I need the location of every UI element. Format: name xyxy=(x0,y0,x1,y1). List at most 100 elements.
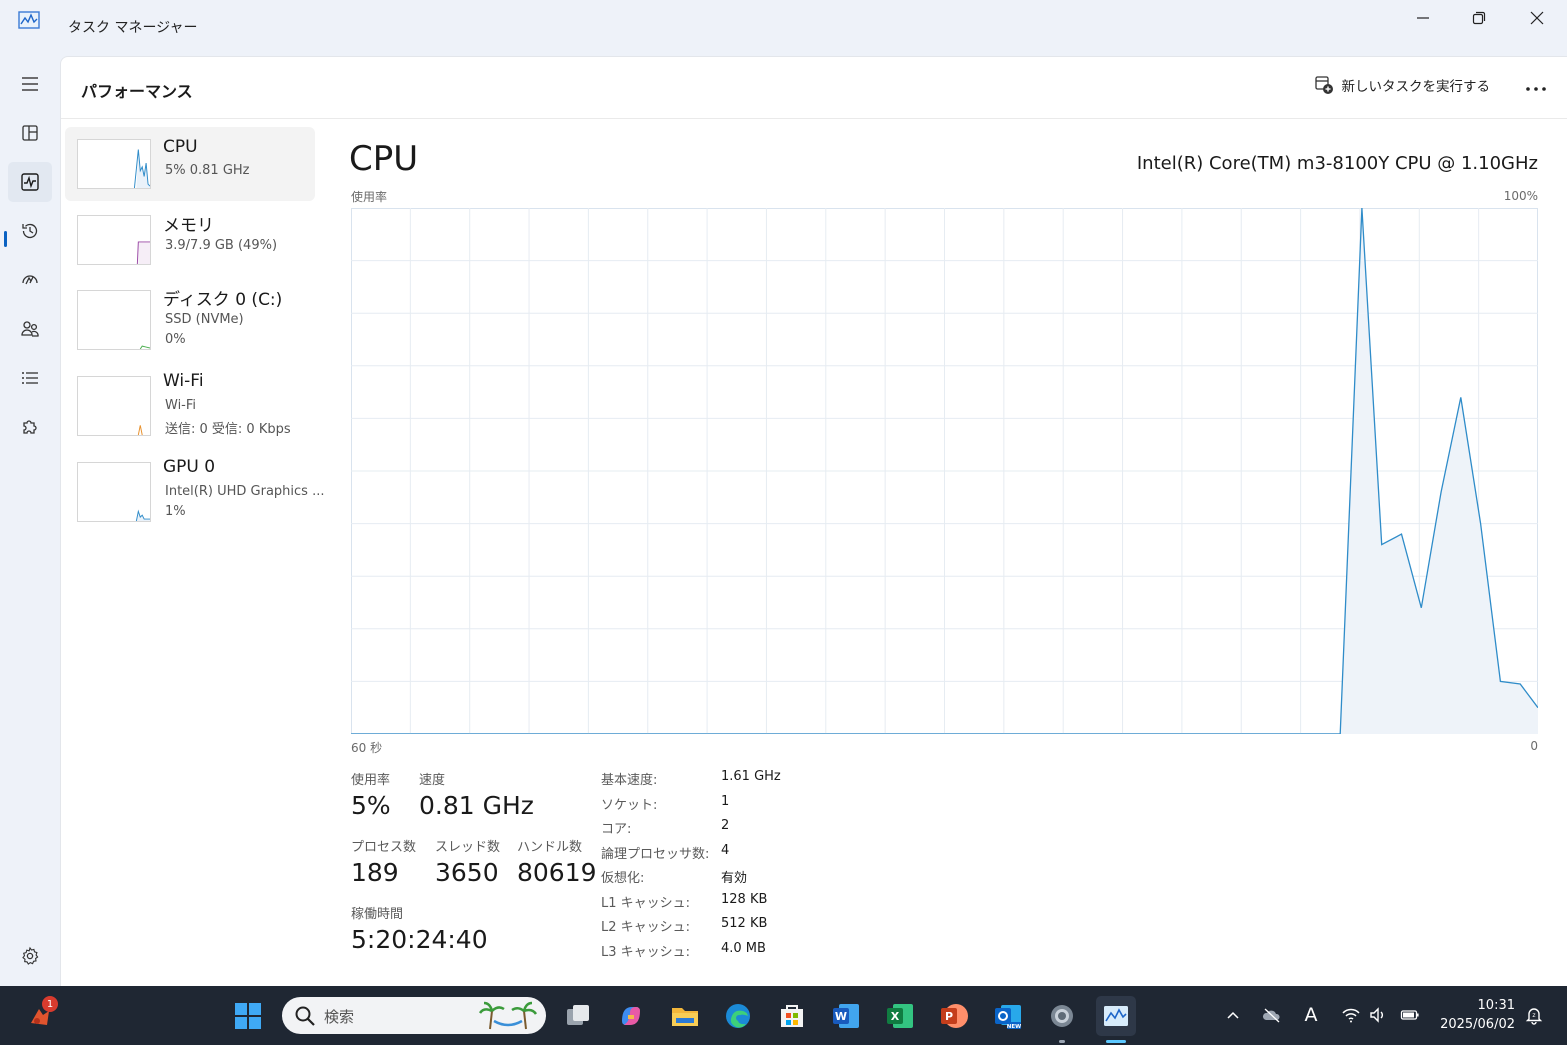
hamburger-menu-button[interactable] xyxy=(8,64,52,104)
taskbar-search-box[interactable]: 検索 xyxy=(282,997,546,1034)
run-task-label: 新しいタスクを実行する xyxy=(1341,79,1491,95)
nav-startup-apps[interactable] xyxy=(8,260,52,300)
svg-text:W: W xyxy=(835,1010,847,1023)
nav-users[interactable] xyxy=(8,309,52,349)
minimize-button[interactable] xyxy=(1394,0,1452,36)
taskbar-file-explorer[interactable] xyxy=(665,996,705,1036)
spec-label-base-speed: 基本速度: xyxy=(601,773,658,788)
search-icon xyxy=(295,1006,315,1026)
task-manager-active-indicator xyxy=(1106,1040,1126,1043)
taskbar-microsoft-store[interactable] xyxy=(772,996,812,1036)
cpu-usage-graph xyxy=(351,208,1538,734)
processes-value: 189 xyxy=(351,858,399,887)
excel-icon: X xyxy=(887,1004,913,1028)
resource-name: Wi-Fi xyxy=(163,371,204,391)
spec-label-virtualization: 仮想化: xyxy=(601,871,645,886)
powerpoint-icon: P xyxy=(941,1004,968,1028)
tray-network[interactable] xyxy=(1338,1002,1364,1028)
resource-item-gpu[interactable]: GPU 0 Intel(R) UHD Graphics ... 1% xyxy=(65,449,324,523)
usage-value: 5% xyxy=(351,791,391,820)
detail-title: CPU xyxy=(349,139,419,179)
active-nav-indicator xyxy=(4,231,7,247)
nav-services[interactable] xyxy=(8,407,52,447)
tray-onedrive[interactable] xyxy=(1259,1002,1285,1028)
resource-detail: 5% 0.81 GHz xyxy=(165,163,250,178)
taskbar-settings[interactable] xyxy=(1042,996,1082,1036)
nav-settings[interactable] xyxy=(8,936,52,976)
spec-value-cores: 2 xyxy=(721,818,730,833)
svg-text:X: X xyxy=(891,1010,900,1023)
cpu-model-name: Intel(R) Core(TM) m3-8100Y CPU @ 1.10GHz xyxy=(1136,153,1538,174)
tray-ime-indicator[interactable]: A xyxy=(1298,1002,1324,1028)
resource-detail-secondary: 1% xyxy=(165,504,186,519)
nav-details[interactable] xyxy=(8,358,52,398)
svg-text:z: z xyxy=(1532,1012,1535,1019)
window-title: タスク マネージャー xyxy=(68,20,198,36)
page-header: パフォーマンス 新しいタスクを実行する xyxy=(61,57,1567,119)
graph-label-time-span: 60 秒 xyxy=(351,741,383,755)
notification-bell-icon: z xyxy=(1525,1008,1543,1025)
taskbar-task-view[interactable] xyxy=(558,996,598,1036)
svg-text:P: P xyxy=(945,1010,953,1023)
spec-label-l1-cache: L1 キャッシュ: xyxy=(601,896,691,911)
restore-button[interactable] xyxy=(1450,0,1508,36)
navigation-rail xyxy=(0,56,60,986)
close-button[interactable] xyxy=(1508,0,1566,36)
task-view-icon xyxy=(567,1005,589,1025)
taskbar-powerpoint[interactable]: P xyxy=(934,996,974,1036)
taskbar-task-manager[interactable] xyxy=(1096,996,1136,1036)
tray-volume[interactable] xyxy=(1365,1002,1391,1028)
speed-value: 0.81 GHz xyxy=(419,791,534,820)
tray-notifications[interactable]: z xyxy=(1521,1002,1547,1028)
minimize-icon xyxy=(1417,17,1429,19)
resource-item-cpu[interactable]: CPU 5% 0.81 GHz xyxy=(65,127,315,201)
graph-label-usage: 使用率 xyxy=(351,190,388,204)
usage-label: 使用率 xyxy=(351,773,391,788)
taskbar-outlook-new[interactable]: NEW xyxy=(988,996,1028,1036)
history-icon xyxy=(22,223,38,239)
settings-gear-icon xyxy=(22,946,39,965)
clock-time: 10:31 xyxy=(1477,998,1515,1013)
spec-label-l3-cache: L3 キャッシュ: xyxy=(601,945,691,960)
cpu-usage-chart xyxy=(351,208,1538,734)
resource-item-disk[interactable]: ディスク 0 (C:) SSD (NVMe) 0% xyxy=(65,277,315,351)
taskbar-copilot[interactable] xyxy=(611,996,651,1036)
spec-value-virtualization: 有効 xyxy=(721,871,748,886)
taskbar-excel[interactable]: X xyxy=(880,996,920,1036)
title-bar: タスク マネージャー xyxy=(0,0,1567,56)
threads-label: スレッド数 xyxy=(435,840,501,855)
graph-label-min: 0 xyxy=(1530,739,1538,753)
more-dots-icon xyxy=(1526,87,1546,91)
spec-label-logical-processors: 論理プロセッサ数: xyxy=(601,847,710,862)
resource-name: メモリ xyxy=(163,216,214,236)
run-new-task-button[interactable]: 新しいタスクを実行する xyxy=(1314,75,1491,95)
settings-running-indicator xyxy=(1059,1040,1065,1043)
disk-thumbnail-graph xyxy=(77,290,151,350)
handles-value: 80619 xyxy=(517,858,597,887)
speed-label: 速度 xyxy=(419,773,446,788)
taskbar-word[interactable]: W xyxy=(826,996,866,1036)
nav-processes[interactable] xyxy=(8,113,52,153)
taskbar-clock[interactable]: 10:31 2025/06/02 xyxy=(1440,996,1515,1034)
resource-item-wifi[interactable]: Wi-Fi Wi-Fi 送信: 0 受信: 0 Kbps xyxy=(65,363,315,437)
tray-show-hidden-icons[interactable] xyxy=(1220,1002,1246,1028)
gpu-thumbnail-graph xyxy=(77,462,151,522)
startup-speedometer-icon xyxy=(22,275,38,285)
spec-label-sockets: ソケット: xyxy=(601,798,658,813)
nav-app-history[interactable] xyxy=(8,211,52,251)
resource-item-memory[interactable]: メモリ 3.9/7.9 GB (49%) xyxy=(65,203,315,277)
taskbar-edge[interactable] xyxy=(718,996,758,1036)
task-manager-taskbar-icon xyxy=(1104,1006,1128,1026)
more-options-button[interactable] xyxy=(1524,77,1548,101)
processes-icon xyxy=(22,125,38,141)
restore-icon xyxy=(1472,11,1486,25)
copilot-icon xyxy=(622,1007,640,1025)
svg-text:NEW: NEW xyxy=(1007,1024,1021,1030)
tray-battery[interactable] xyxy=(1397,1002,1423,1028)
cpu-thumbnail-graph xyxy=(77,139,151,189)
uptime-value: 5:20:24:40 xyxy=(351,925,488,954)
hamburger-icon xyxy=(22,77,38,91)
windows-logo-icon xyxy=(235,1003,261,1029)
start-button[interactable] xyxy=(228,996,268,1036)
nav-performance[interactable] xyxy=(8,162,52,202)
